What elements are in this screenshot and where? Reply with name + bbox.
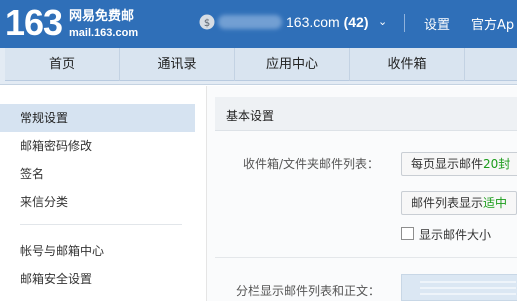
account-name-blurred xyxy=(218,15,282,29)
list-density-value: 适中 xyxy=(483,196,508,210)
account-switcher[interactable]: 163.com (42) xyxy=(286,14,369,30)
sidebar-item-general[interactable]: 常规设置 xyxy=(0,104,195,132)
list-density-text: 邮件列表显示 xyxy=(411,196,484,210)
show-size-checkbox[interactable] xyxy=(401,227,414,240)
svg-text:$: $ xyxy=(204,18,210,29)
tab-contacts[interactable]: 通讯录 xyxy=(120,48,235,81)
sidebar-item-password[interactable]: 邮箱密码修改 xyxy=(0,132,195,160)
official-app-link[interactable]: 官方Ap xyxy=(471,14,514,33)
sidebar-item-account-center[interactable]: 帐号与邮箱中心 xyxy=(0,237,195,265)
tab-more[interactable] xyxy=(465,48,517,81)
header-divider xyxy=(404,14,405,32)
sidebar-item-filters[interactable]: 来信分类 xyxy=(0,188,195,216)
top-header: 163 网易免费邮 mail.163.com $ 163.com (42) ⌄ … xyxy=(0,0,517,48)
tab-home[interactable]: 首页 xyxy=(5,48,120,81)
section-title: 基本设置 xyxy=(226,109,275,123)
settings-main: 基本设置 收件箱/文件夹邮件列表： 每页显示邮件20封 邮件列表显示适中 显示邮… xyxy=(206,86,517,301)
main-nav: 首页 通讯录 应用中心 收件箱 xyxy=(0,48,517,85)
list-setting-label: 收件箱/文件夹邮件列表： xyxy=(243,157,380,171)
list-density-button[interactable]: 邮件列表显示适中 xyxy=(401,191,517,215)
sidebar-item-signature[interactable]: 签名 xyxy=(0,160,195,188)
per-page-value: 20封 xyxy=(483,157,511,171)
per-page-button[interactable]: 每页显示邮件20封 xyxy=(401,152,517,176)
settings-sidebar: 常规设置 邮箱密码修改 签名 来信分类 帐号与邮箱中心 邮箱安全设置 xyxy=(0,86,195,301)
split-view-label: 分栏显示邮件列表和正文： xyxy=(236,284,381,298)
security-shield-icon[interactable]: $ xyxy=(199,14,215,30)
section-divider xyxy=(215,257,517,258)
split-view-preview[interactable] xyxy=(401,274,517,301)
tab-inbox[interactable]: 收件箱 xyxy=(350,48,465,81)
preview-line xyxy=(420,293,516,295)
per-page-text: 每页显示邮件 xyxy=(411,157,484,171)
nav-tab-bar: 首页 通讯录 应用中心 收件箱 xyxy=(5,48,517,81)
logo-brand-name[interactable]: 网易免费邮 xyxy=(69,9,134,25)
account-domain: 163.com xyxy=(286,14,340,30)
sidebar-divider xyxy=(20,224,182,225)
tab-app-center[interactable]: 应用中心 xyxy=(235,48,350,81)
sidebar-item-security[interactable]: 邮箱安全设置 xyxy=(0,265,195,293)
unread-count: (42) xyxy=(343,14,369,30)
logo-number[interactable]: 163 xyxy=(5,3,63,43)
show-size-label[interactable]: 显示邮件大小 xyxy=(419,226,491,243)
chevron-down-icon[interactable]: ⌄ xyxy=(378,15,387,28)
section-header: 基本设置 xyxy=(215,97,517,131)
preview-line xyxy=(420,281,516,283)
settings-link[interactable]: 设置 xyxy=(424,14,450,33)
logo-url[interactable]: mail.163.com xyxy=(69,27,138,40)
preview-line xyxy=(420,287,516,289)
